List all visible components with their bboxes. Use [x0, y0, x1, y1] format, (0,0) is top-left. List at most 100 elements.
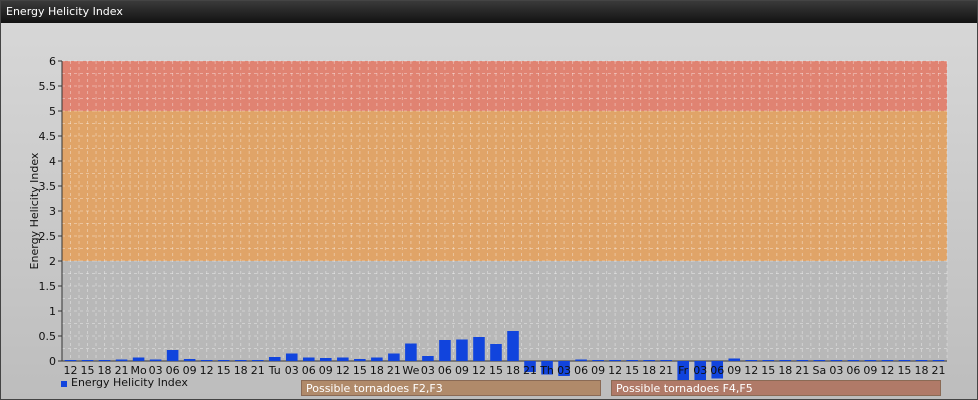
bar — [115, 359, 128, 361]
x-tick-label: 15 — [217, 364, 231, 377]
y-tick-label: 6 — [49, 55, 56, 68]
x-tick-label: 06 — [574, 364, 588, 377]
x-tick-label: 12 — [608, 364, 622, 377]
bar — [881, 360, 894, 361]
y-tick-label: 1.5 — [39, 280, 57, 293]
x-tick-label: 21 — [931, 364, 945, 377]
bar — [643, 360, 655, 361]
x-tick-label: 15 — [353, 364, 367, 377]
y-tick-label: 3.5 — [39, 180, 57, 193]
y-tick-label: 5.5 — [39, 80, 57, 93]
x-tick-label: 06 — [710, 364, 724, 377]
x-tick-label: 03 — [829, 364, 843, 377]
x-tick-label: 12 — [472, 364, 486, 377]
bar — [507, 331, 519, 361]
x-tick-label: 18 — [506, 364, 520, 377]
bar — [81, 360, 94, 361]
bar — [745, 360, 758, 361]
bar — [575, 359, 587, 361]
y-axis-title: Energy Helicity Index — [28, 152, 41, 269]
bar — [183, 359, 196, 361]
x-tick-label: 03 — [557, 364, 571, 377]
x-tick-label: 09 — [863, 364, 877, 377]
bar — [830, 360, 843, 361]
x-tick-label: 06 — [846, 364, 860, 377]
bar — [796, 360, 809, 361]
x-tick-label: Th — [539, 364, 554, 377]
x-tick-label: 03 — [285, 364, 299, 377]
y-tick-label: 0.5 — [39, 330, 57, 343]
bar — [847, 360, 860, 361]
zone-label-f4-f5: Possible tornadoes F4,F5 — [611, 380, 941, 396]
bar — [864, 360, 877, 361]
bar — [388, 353, 400, 361]
x-tick-label: 09 — [727, 364, 741, 377]
y-tick-label: 4 — [49, 155, 56, 168]
bar — [98, 360, 111, 361]
bar — [166, 350, 179, 361]
bar — [762, 360, 775, 361]
bar — [371, 357, 383, 361]
bar — [779, 360, 792, 361]
x-tick-label: Tu — [268, 364, 281, 377]
x-tick-label: 15 — [897, 364, 911, 377]
x-tick-label: 15 — [761, 364, 775, 377]
bar — [660, 360, 672, 361]
bar — [405, 343, 417, 361]
bar — [898, 360, 911, 361]
x-tick-label: 09 — [455, 364, 469, 377]
x-tick-label: 21 — [387, 364, 401, 377]
x-tick-label: 09 — [591, 364, 605, 377]
x-tick-label: 18 — [914, 364, 928, 377]
y-tick-label: 2 — [49, 255, 56, 268]
bar — [200, 360, 213, 361]
x-tick-label: 12 — [880, 364, 894, 377]
x-tick-label: 03 — [421, 364, 435, 377]
x-tick-label: 06 — [438, 364, 452, 377]
y-tick-label: 5 — [49, 105, 56, 118]
x-tick-label: We — [402, 364, 419, 377]
bar — [626, 360, 638, 361]
x-tick-label: 18 — [370, 364, 384, 377]
bar — [422, 356, 434, 361]
bar — [234, 360, 247, 361]
x-tick-label: 12 — [744, 364, 758, 377]
bar — [932, 360, 945, 361]
y-tick-label: 2.5 — [39, 230, 57, 243]
x-tick-label: 21 — [523, 364, 537, 377]
bar — [490, 344, 502, 361]
bar — [728, 358, 741, 361]
y-tick-label: 3 — [49, 205, 56, 218]
legend-label: Energy Helicity Index — [71, 376, 188, 389]
y-tick-label: 4.5 — [39, 130, 57, 143]
x-tick-label: 21 — [659, 364, 673, 377]
bar — [456, 339, 468, 361]
bar — [285, 353, 298, 361]
x-tick-label: 21 — [251, 364, 265, 377]
bar — [354, 359, 366, 361]
bar — [439, 340, 451, 361]
bar — [915, 360, 928, 361]
bar — [64, 360, 77, 361]
bar — [251, 360, 264, 361]
bar — [592, 360, 604, 361]
legend-swatch — [61, 380, 67, 387]
bar — [609, 360, 621, 361]
y-tick-label: 0 — [49, 355, 56, 368]
x-tick-label: 06 — [302, 364, 316, 377]
bar — [132, 357, 145, 361]
bar — [149, 359, 162, 361]
x-tick-label: 12 — [336, 364, 350, 377]
chart-window: Energy Helicity Index 0 0.5 1 1.5 2 2.5 3 3.5 4 4… — [0, 0, 978, 400]
x-tick-label: Fr — [678, 364, 689, 377]
bar — [302, 357, 315, 361]
legend[interactable]: Energy Helicity Index — [61, 376, 188, 389]
x-tick-label: Sa — [812, 364, 826, 377]
x-tick-label: 09 — [319, 364, 333, 377]
x-tick-label: 18 — [642, 364, 656, 377]
x-tick-label: 21 — [795, 364, 809, 377]
x-tick-label: 15 — [489, 364, 503, 377]
x-tick-label: 03 — [693, 364, 707, 377]
bar — [268, 357, 281, 361]
energy-helicity-chart: 0 0.5 1 1.5 2 2.5 3 3.5 4 4.5 5 5.5 6 Energy Helicity… — [28, 55, 948, 394]
